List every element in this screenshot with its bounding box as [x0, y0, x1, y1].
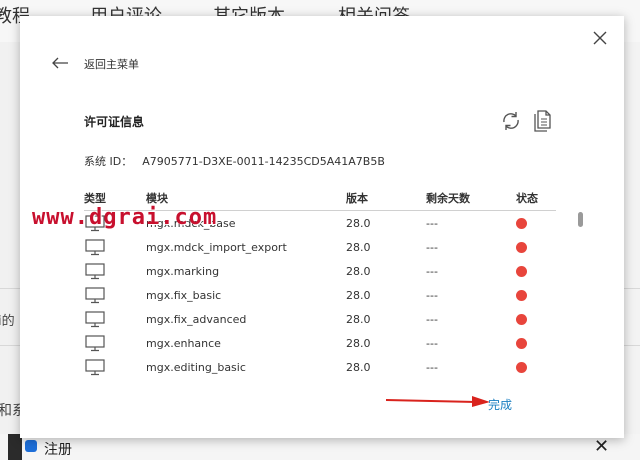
monitor-icon — [85, 287, 105, 304]
copy-icon[interactable] — [533, 108, 555, 132]
red-arrow-annotation — [385, 396, 490, 407]
license-info-title: 许可证信息 — [84, 115, 145, 129]
bg-close-icon[interactable]: ✕ — [594, 436, 609, 457]
table-row: mgx.marking 28.0 --- — [84, 259, 556, 283]
system-id-value: A7905771-D3XE-0011-14235CD5A41A7B5B — [142, 155, 385, 168]
column-header-version: 版本 — [346, 192, 368, 205]
table-row: mgx.enhance 28.0 --- — [84, 331, 556, 355]
table-scrollbar-thumb[interactable] — [578, 212, 583, 227]
status-indicator — [516, 242, 527, 253]
register-icon — [25, 440, 37, 452]
bg-divider — [0, 288, 20, 289]
days-remaining: --- — [426, 265, 438, 278]
module-name: mgx.mdck_import_export — [146, 241, 287, 254]
back-to-main-menu-link[interactable]: 返回主菜单 — [84, 56, 139, 72]
table-row: mgx.fix_basic 28.0 --- — [84, 283, 556, 307]
module-version: 28.0 — [346, 265, 371, 278]
system-id-label: 系统 ID： — [84, 155, 133, 168]
days-remaining: --- — [426, 289, 438, 302]
status-indicator — [516, 362, 527, 373]
monitor-icon — [85, 239, 105, 256]
days-remaining: --- — [426, 241, 438, 254]
status-indicator — [516, 266, 527, 277]
bg-text-fragment: i的 — [0, 314, 15, 329]
days-remaining: --- — [426, 337, 438, 350]
days-remaining: --- — [426, 361, 438, 374]
module-name: mgx.editing_basic — [146, 361, 246, 374]
column-header-status: 状态 — [516, 192, 538, 205]
monitor-icon — [85, 335, 105, 352]
module-version: 28.0 — [346, 337, 371, 350]
table-body[interactable]: mgx.mdck_base 28.0 --- mgx.mdck_import_e… — [84, 211, 556, 387]
module-version: 28.0 — [346, 313, 371, 326]
module-version: 28.0 — [346, 289, 371, 302]
bg-divider — [0, 345, 20, 346]
watermark: www.dgrai.com — [32, 205, 218, 230]
column-header-type: 类型 — [84, 192, 106, 205]
days-remaining: --- — [426, 217, 438, 230]
module-version: 28.0 — [346, 241, 371, 254]
column-header-module: 模块 — [146, 192, 168, 205]
status-indicator — [516, 290, 527, 301]
status-indicator — [516, 314, 527, 325]
status-indicator — [516, 218, 527, 229]
refresh-icon[interactable] — [500, 110, 522, 132]
monitor-icon — [85, 311, 105, 328]
module-name: mgx.fix_advanced — [146, 313, 247, 326]
status-indicator — [516, 338, 527, 349]
background-side — [0, 42, 20, 460]
days-remaining: --- — [426, 313, 438, 326]
column-header-days-remaining: 剩余天数 — [426, 192, 470, 205]
table-row: mgx.editing_basic 28.0 --- — [84, 355, 556, 379]
bg-divider — [624, 288, 640, 289]
monitor-icon — [85, 359, 105, 376]
table-row: mgx.fix_advanced 28.0 --- — [84, 307, 556, 331]
table-row: mgx.mdck_import_export 28.0 --- — [84, 235, 556, 259]
register-label[interactable]: 注册 — [44, 439, 72, 459]
close-icon[interactable] — [590, 28, 610, 48]
module-name: mgx.fix_basic — [146, 289, 222, 302]
module-name: mgx.enhance — [146, 337, 221, 350]
done-button[interactable]: 完成 — [488, 396, 512, 413]
module-name: mgx.marking — [146, 265, 220, 278]
monitor-icon — [85, 263, 105, 280]
module-version: 28.0 — [346, 361, 371, 374]
back-arrow-icon[interactable] — [51, 56, 69, 70]
module-version: 28.0 — [346, 217, 371, 230]
system-id: 系统 ID： A7905771-D3XE-0011-14235CD5A41A7B5… — [84, 153, 385, 169]
bg-divider — [624, 345, 640, 346]
